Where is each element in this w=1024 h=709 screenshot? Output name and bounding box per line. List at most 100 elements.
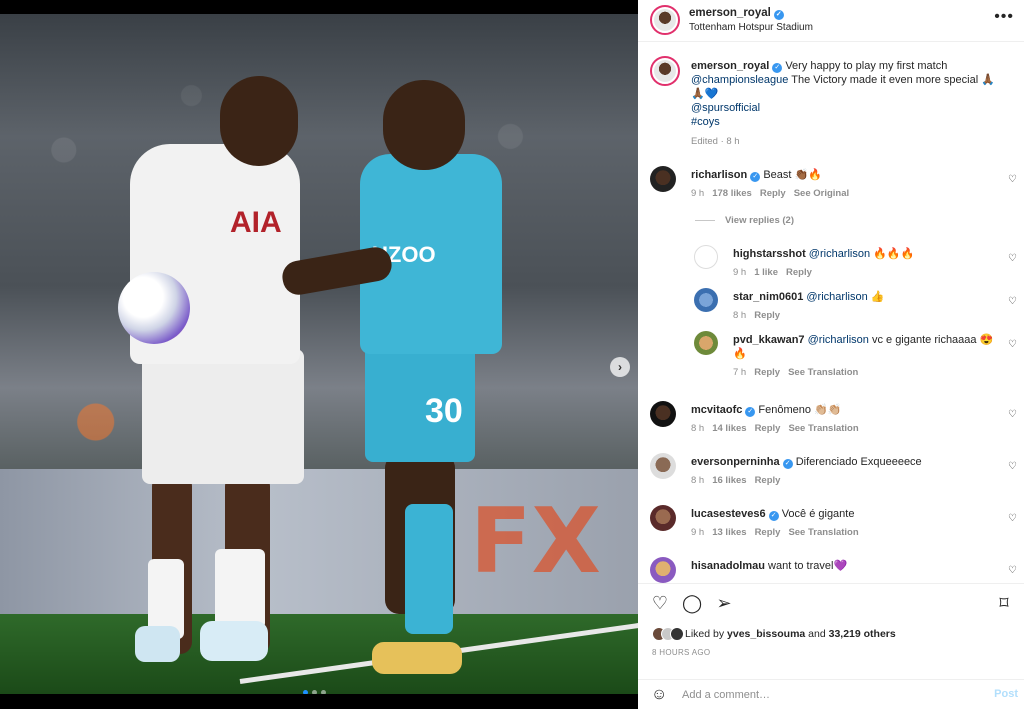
post-author[interactable]: emerson_royal ✓: [689, 7, 784, 20]
heart-icon[interactable]: ♡: [1008, 566, 1018, 576]
send-icon[interactable]: ➢: [714, 593, 734, 613]
more-horizontal-icon[interactable]: •••: [994, 9, 1014, 25]
reply-button[interactable]: Reply: [755, 527, 781, 538]
see-translation-button[interactable]: See Translation: [788, 423, 858, 434]
comment-username[interactable]: mcvitaofc: [691, 404, 742, 416]
reply-button[interactable]: Reply: [755, 475, 781, 486]
post-caption: emerson_royal ✓ Very happy to play my fir…: [638, 56, 1024, 156]
comment-likes[interactable]: 16 likes: [712, 475, 746, 486]
comment-username[interactable]: eversonperninha: [691, 456, 780, 468]
see-translation-button[interactable]: See Translation: [788, 527, 858, 538]
avatar[interactable]: [650, 557, 676, 583]
heart-icon[interactable]: ♡: [1008, 254, 1018, 264]
caption-text: emerson_royal ✓ Very happy to play my fir…: [691, 59, 998, 129]
see-original-button[interactable]: See Original: [794, 188, 849, 199]
comments-list[interactable]: emerson_royal ✓ Very happy to play my fir…: [638, 43, 1024, 583]
comment-body: Fenômeno 👏🏼👏🏼: [758, 404, 842, 416]
verified-icon: ✓: [782, 459, 793, 469]
mention-link[interactable]: @richarlison: [806, 291, 867, 303]
reply-username[interactable]: pvd_kkawan7: [733, 334, 805, 346]
see-translation-button[interactable]: See Translation: [788, 367, 858, 378]
hashtag-link[interactable]: #coys: [691, 116, 720, 128]
carousel-dot: [303, 690, 308, 694]
mention-link[interactable]: @championsleague: [691, 74, 788, 86]
reply-button[interactable]: Reply: [760, 188, 786, 199]
post-location[interactable]: Tottenham Hotspur Stadium: [689, 22, 813, 33]
caption-username[interactable]: emerson_royal: [691, 60, 769, 72]
comment-body: want to travel💜: [768, 560, 848, 572]
player-boot: [372, 642, 462, 674]
reply-button[interactable]: Reply: [755, 423, 781, 434]
avatar[interactable]: [650, 5, 680, 35]
liked-by-user[interactable]: yves_bissouma: [727, 628, 805, 640]
post-button[interactable]: Post: [994, 688, 1018, 700]
comment-row: mcvitaofc ✓ Fenômeno 👏🏼👏🏼 8 h 14 likes Repl…: [638, 401, 1024, 437]
reply-time: 9 h: [733, 267, 747, 278]
avatar[interactable]: [650, 401, 676, 427]
heart-icon[interactable]: ♡: [1008, 410, 1018, 420]
avatar[interactable]: [650, 505, 676, 531]
avatar[interactable]: [650, 166, 676, 192]
comment-likes[interactable]: 178 likes: [712, 188, 752, 199]
reply-text: star_nim0601 @richarlison 👍: [733, 290, 998, 304]
chevron-right-icon[interactable]: ›: [610, 357, 630, 377]
comment-likes[interactable]: 13 likes: [712, 527, 746, 538]
avatar[interactable]: [694, 331, 718, 355]
carousel-dot: [312, 690, 317, 694]
caption-line: Very happy to play my first match: [782, 60, 948, 72]
player-shorts: [142, 349, 304, 484]
comment-username[interactable]: hisanadolmau: [691, 560, 765, 572]
reply-username[interactable]: star_nim0601: [733, 291, 803, 303]
comment-username[interactable]: richarlison: [691, 169, 747, 181]
comment-likes[interactable]: 14 likes: [712, 423, 746, 434]
reply-username[interactable]: highstarsshot: [733, 248, 806, 260]
post-photo[interactable]: FX AIA 30 UZOO ›: [0, 14, 638, 694]
comment-box: ☺ Post: [638, 679, 1024, 709]
pitch: [0, 614, 638, 694]
reply-button[interactable]: Reply: [754, 367, 780, 378]
liked-by-prefix: Liked by: [685, 627, 728, 640]
comment-row: hisanadolmau want to travel💜 ♡: [638, 557, 1024, 583]
heart-icon[interactable]: ♡: [650, 593, 670, 613]
liked-by-joiner: and: [805, 627, 829, 640]
heart-icon[interactable]: ♡: [1008, 514, 1018, 524]
heart-icon[interactable]: ♡: [1008, 297, 1018, 307]
comment-row: richarlison ✓ Beast 👏🏾🔥 9 h 178 likes Reply…: [638, 166, 1024, 202]
bookmark-icon[interactable]: ⌑: [994, 593, 1014, 613]
avatar[interactable]: [650, 453, 676, 479]
heart-icon[interactable]: ♡: [1008, 462, 1018, 472]
post-header: emerson_royal ✓ Tottenham Hotspur Stadium…: [638, 0, 1024, 42]
comment-body: Diferenciado Exqueeeece: [795, 456, 922, 468]
verified-icon: ✓: [773, 10, 784, 20]
reply-body: 👍: [867, 291, 885, 303]
mention-link[interactable]: @richarlison: [808, 334, 869, 346]
avatar[interactable]: [694, 288, 718, 312]
comment-username[interactable]: lucasesteves6: [691, 508, 766, 520]
reply-likes[interactable]: 1 like: [754, 267, 778, 278]
reply-button[interactable]: Reply: [786, 267, 812, 278]
heart-icon[interactable]: ♡: [1008, 340, 1018, 350]
reply-row: pvd_kkawan7 @richarlison vc e gigante ri…: [638, 331, 1024, 379]
reply-button[interactable]: Reply: [754, 310, 780, 321]
avatar[interactable]: [650, 56, 680, 86]
liked-by-count[interactable]: 33,219 others: [829, 628, 896, 640]
verified-icon: ✓: [745, 407, 756, 417]
player-head: [383, 80, 465, 170]
post-timestamp[interactable]: 8 HOURS AGO: [652, 648, 710, 657]
smiley-icon[interactable]: ☺: [651, 686, 667, 704]
ad-board-logo: FX: [470, 489, 601, 594]
mention-link[interactable]: @richarlison: [809, 248, 870, 260]
player-boot: [200, 621, 268, 661]
comment-text: hisanadolmau want to travel💜: [691, 559, 998, 573]
heart-icon[interactable]: ♡: [1008, 175, 1018, 185]
comment-time: 8 h: [691, 423, 705, 434]
comment-icon[interactable]: ◯: [682, 593, 702, 613]
comment-input[interactable]: [682, 686, 972, 704]
mention-link[interactable]: @spursofficial: [691, 102, 760, 114]
comment-meta: 9 h 13 likes Reply See Translation: [691, 527, 867, 538]
comment-meta: 8 h 16 likes Reply: [691, 475, 788, 486]
player-head: [220, 76, 298, 166]
comment-text: lucasesteves6 ✓ Você é gigante: [691, 507, 998, 521]
view-replies-button[interactable]: View replies (2): [695, 215, 794, 226]
avatar[interactable]: [694, 245, 718, 269]
